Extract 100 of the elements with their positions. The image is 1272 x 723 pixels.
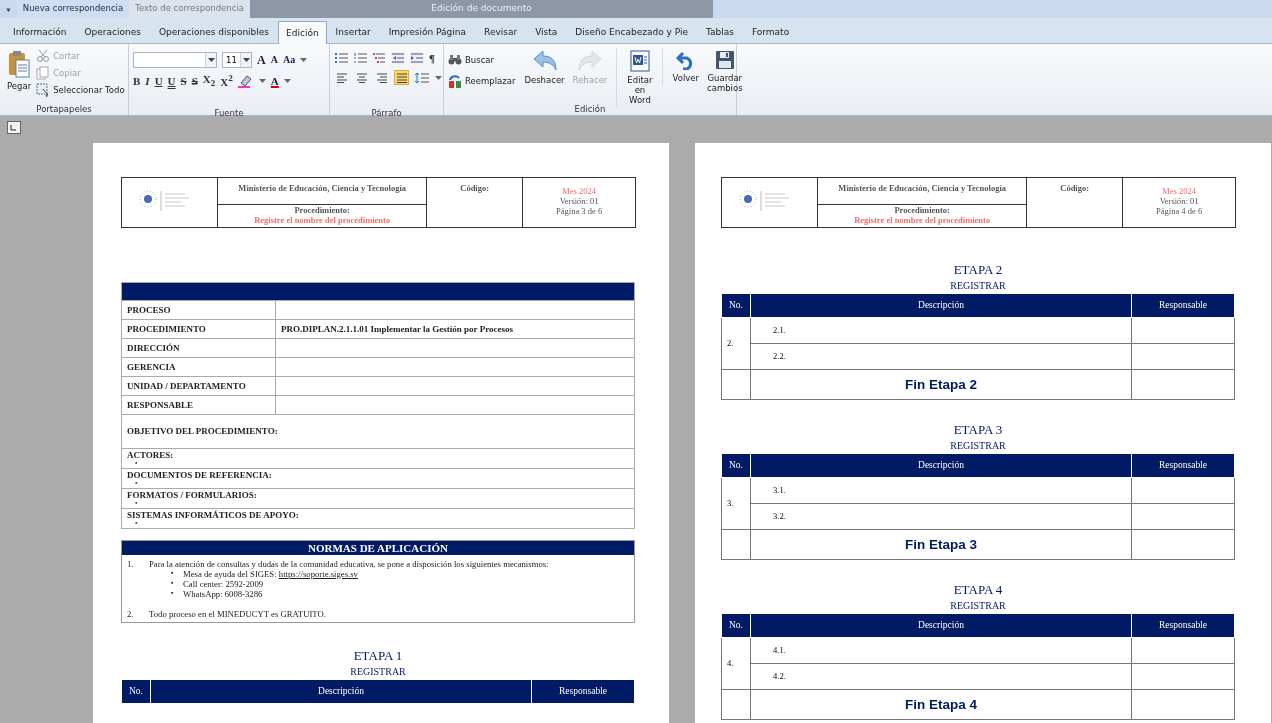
align-left-button[interactable] — [334, 70, 349, 85]
procedure-label: Procedimiento: — [893, 206, 951, 216]
highlighter-icon[interactable] — [237, 74, 254, 89]
ministry-title: Ministerio de Educación, Ciencia y Tecnología — [817, 177, 1027, 205]
bullets-icon[interactable] — [334, 52, 348, 64]
table-cell: 4.1. — [750, 637, 1132, 664]
caret-icon[interactable] — [300, 58, 308, 62]
scissors-icon — [36, 49, 51, 63]
align-justify-button[interactable] — [394, 70, 409, 85]
list-number: 2. — [127, 608, 135, 619]
column-header: No. — [721, 453, 751, 478]
ribbon-tab[interactable]: Formato — [742, 27, 799, 43]
caret-icon — [207, 58, 215, 62]
procedure-name: Registre el nombre del procedimiento — [853, 215, 992, 226]
stage-subtitle: REGISTRAR — [950, 279, 1006, 291]
ruler-toggle-icon[interactable] — [7, 121, 21, 134]
stage-subtitle: REGISTRAR — [350, 665, 406, 677]
ribbon-tab[interactable]: Impresión Página — [379, 27, 476, 43]
paste-button[interactable]: Pegar — [4, 48, 35, 94]
group-label: Edición — [573, 104, 607, 116]
save-button[interactable]: Guardar cambios — [704, 48, 746, 96]
clipboard-icon — [8, 50, 31, 78]
ribbon-tab[interactable]: Información — [4, 27, 76, 43]
align-left-icon — [335, 72, 348, 83]
word-button[interactable]: Editar en Word — [616, 48, 656, 108]
undo-button[interactable]: Deshacer — [521, 48, 568, 88]
italic-button[interactable]: I — [145, 75, 150, 87]
column-header: No. — [721, 293, 751, 318]
table-cell: 3.1. — [750, 477, 1132, 504]
ribbon-tab[interactable]: Edición — [278, 21, 327, 44]
subscript-button[interactable]: X$_{2}$ — [202, 74, 216, 89]
ribbon-tab[interactable]: Insertar — [326, 27, 380, 43]
align-right-button[interactable] — [374, 70, 389, 85]
context-tab[interactable]: Nueva correspondencia — [16, 0, 130, 18]
case-font-button[interactable]: Aa — [282, 55, 296, 65]
caret-icon[interactable] — [283, 79, 291, 84]
superscript-button[interactable]: X$^{2}$ — [220, 74, 233, 88]
copy-icon — [36, 66, 51, 80]
table-cell: 3.2. — [750, 503, 1132, 530]
table-cell: UNIDAD / DEPARTAMENTO — [121, 376, 276, 396]
word-document-icon — [629, 50, 650, 72]
code-label: Código: — [1060, 183, 1090, 193]
column-header: Responsable — [1131, 613, 1235, 638]
column-header: No. — [121, 679, 151, 704]
double-strike-button[interactable]: S — [191, 75, 198, 87]
column-header: Descripción — [150, 679, 532, 704]
ribbon-tab[interactable]: Tablas — [696, 27, 743, 43]
binoculars-icon — [448, 54, 462, 66]
redo-arrow-icon — [577, 50, 603, 72]
bold-button[interactable]: B — [133, 75, 141, 87]
support-link[interactable]: https://soporte.siges.sv — [278, 568, 358, 579]
font-name-field[interactable] — [133, 52, 217, 68]
outdent-icon[interactable] — [391, 52, 405, 64]
rule-text: Todo proceso en el MINEDUCYT es GRATUITO. — [149, 608, 326, 619]
table-cell — [721, 689, 751, 720]
table-cell: GERENCIA — [121, 357, 276, 377]
column-header: Responsable — [1131, 293, 1235, 318]
table-cell: 4.2. — [750, 663, 1132, 690]
date-text: Mes 2024 — [1161, 187, 1197, 197]
select-all-button[interactable]: Seleccionar Todo — [36, 82, 125, 98]
table-cell — [721, 529, 751, 560]
ribbon-tab[interactable]: Revisar — [475, 27, 527, 43]
align-center-button[interactable] — [354, 70, 369, 85]
replace-button[interactable]: Reemplazar — [448, 73, 516, 89]
multilevel-icon[interactable] — [372, 52, 386, 64]
replace-icon — [448, 74, 462, 88]
procedure-name: Registre el nombre del procedimiento — [253, 215, 392, 226]
align-center-icon — [355, 72, 368, 83]
align-right-icon — [375, 72, 388, 83]
quick-access-caret-icon[interactable] — [6, 6, 11, 14]
table-cell: 4. — [721, 637, 751, 690]
indent-icon[interactable] — [410, 52, 424, 64]
pilcrow-button[interactable]: ¶ — [429, 52, 435, 64]
find-button[interactable]: Buscar — [448, 52, 516, 68]
line-spacing-icon[interactable] — [414, 71, 430, 84]
ribbon-tab[interactable]: Operaciones disponibles — [149, 27, 279, 43]
ribbon-tab[interactable]: Diseño Encabezado y Pie — [566, 27, 697, 43]
strike-button[interactable]: S — [180, 75, 187, 87]
ribbon-tab[interactable]: Operaciones — [75, 27, 150, 43]
stage-title: ETAPA 3 — [953, 421, 1003, 438]
section-label: SISTEMAS INFORMÁTICOS DE APOYO: — [127, 509, 300, 520]
font-color-button[interactable]: A — [270, 75, 279, 87]
caret-icon[interactable] — [258, 79, 266, 84]
rule-text: Para la atención de consultas y dudas de la comunidad educativa, se pone a disposición los siguientes mecanismos: — [149, 558, 549, 569]
stage-end-text: Fin Etapa 3 — [750, 529, 1132, 560]
group-label: Párrafo — [370, 108, 403, 120]
grow-font-button[interactable]: A — [257, 54, 266, 66]
table-cell: DIRECCIÓN — [121, 338, 276, 358]
font-size-field[interactable]: 11 — [222, 52, 252, 68]
back-button[interactable]: Volver — [661, 48, 702, 86]
double-underline-button[interactable]: U — [167, 75, 176, 87]
undo-arrow-icon — [531, 50, 558, 72]
underline-button[interactable]: U — [154, 75, 163, 87]
page-number: Página 4 de 6 — [1155, 206, 1204, 217]
table-cell — [721, 369, 751, 400]
shrink-font-button[interactable]: A — [270, 55, 278, 65]
ribbon-tab[interactable]: Vista — [526, 27, 567, 43]
caret-icon[interactable] — [435, 75, 442, 80]
ministry-title: Ministerio de Educación, Ciencia y Tecnología — [217, 177, 427, 205]
column-header: No. — [721, 613, 751, 638]
